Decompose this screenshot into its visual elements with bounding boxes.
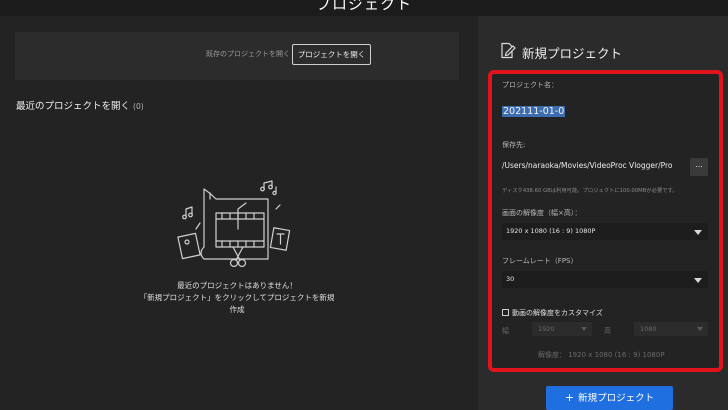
width-select[interactable]: 1920: [532, 322, 592, 336]
new-project-edit-icon: [501, 42, 516, 59]
framerate-dropdown-arrow-icon: [694, 278, 702, 283]
height-value: 1080: [640, 325, 657, 333]
recent-projects-count: (0): [133, 102, 144, 111]
custom-resolution-checkbox[interactable]: [502, 309, 509, 316]
project-name-label: プロジェクト名：: [502, 81, 558, 89]
save-location-label: 保存先:: [502, 141, 526, 149]
new-project-panel: 新規プロジェクト プロジェクト名： 202111-01-0 保存先: /User…: [478, 16, 728, 410]
height-select[interactable]: 1080: [634, 322, 708, 336]
width-label: 幅: [502, 327, 509, 335]
create-new-project-button[interactable]: + 新規プロジェクト: [546, 386, 673, 410]
open-project-area: 既存のプロジェクトを開く プロジェクトを開く: [15, 32, 459, 80]
disk-space-info: ディスク438.60 GBは利用可能。プロジェクトに100.00MBが必要です。: [502, 188, 678, 194]
empty-recent-message: 最近のプロジェクトはありません！ 「新規プロジェクト」をクリックしてプロジェクト…: [139, 281, 335, 314]
resolution-summary: 解像度： 1920 x 1080 (16 : 9) 1080P: [538, 351, 665, 359]
width-value: 1920: [538, 325, 555, 333]
recent-projects-title: 最近のプロジェクトを開く (0): [16, 98, 144, 112]
new-project-title: 新規プロジェクト: [522, 46, 623, 61]
window-title-bar: プロジェクト: [0, 0, 728, 16]
framerate-label: フレームレート（FPS）: [502, 257, 578, 265]
open-project-button[interactable]: プロジェクトを開く: [292, 44, 371, 65]
height-label: 高: [604, 327, 611, 335]
resolution-select[interactable]: 1920 x 1080 (16 : 9) 1080P: [502, 223, 708, 240]
browse-location-button[interactable]: ...: [690, 158, 708, 176]
save-location-input[interactable]: /Users/naraoka/Movies/VideoProc Vlogger/…: [502, 156, 692, 175]
custom-resolution-label: 動画の解像度をカスタマイズ: [512, 309, 603, 317]
window-title: プロジェクト: [315, 0, 412, 13]
resolution-label: 画面の解像度（幅×高）：: [502, 209, 582, 217]
height-dropdown-arrow-icon: [697, 327, 703, 331]
framerate-select[interactable]: 30: [502, 271, 708, 288]
resolution-value: 1920 x 1080 (16 : 9) 1080P: [506, 227, 596, 235]
open-project-hint: 既存のプロジェクトを開く: [206, 50, 290, 58]
framerate-value: 30: [506, 275, 515, 283]
plus-icon: +: [564, 391, 575, 404]
project-name-input[interactable]: 202111-01-0: [502, 106, 566, 117]
recent-projects-label: 最近のプロジェクトを開く: [16, 101, 131, 112]
resolution-dropdown-arrow-icon: [694, 230, 702, 235]
recent-projects-panel: 既存のプロジェクトを開く プロジェクトを開く 最近のプロジェクトを開く (0) 最…: [0, 16, 478, 410]
empty-film-illustration: [177, 180, 291, 268]
width-dropdown-arrow-icon: [581, 327, 587, 331]
new-project-form-highlight: プロジェクト名： 202111-01-0 保存先: /Users/naraoka…: [488, 70, 723, 372]
create-new-project-label: 新規プロジェクト: [578, 393, 655, 404]
